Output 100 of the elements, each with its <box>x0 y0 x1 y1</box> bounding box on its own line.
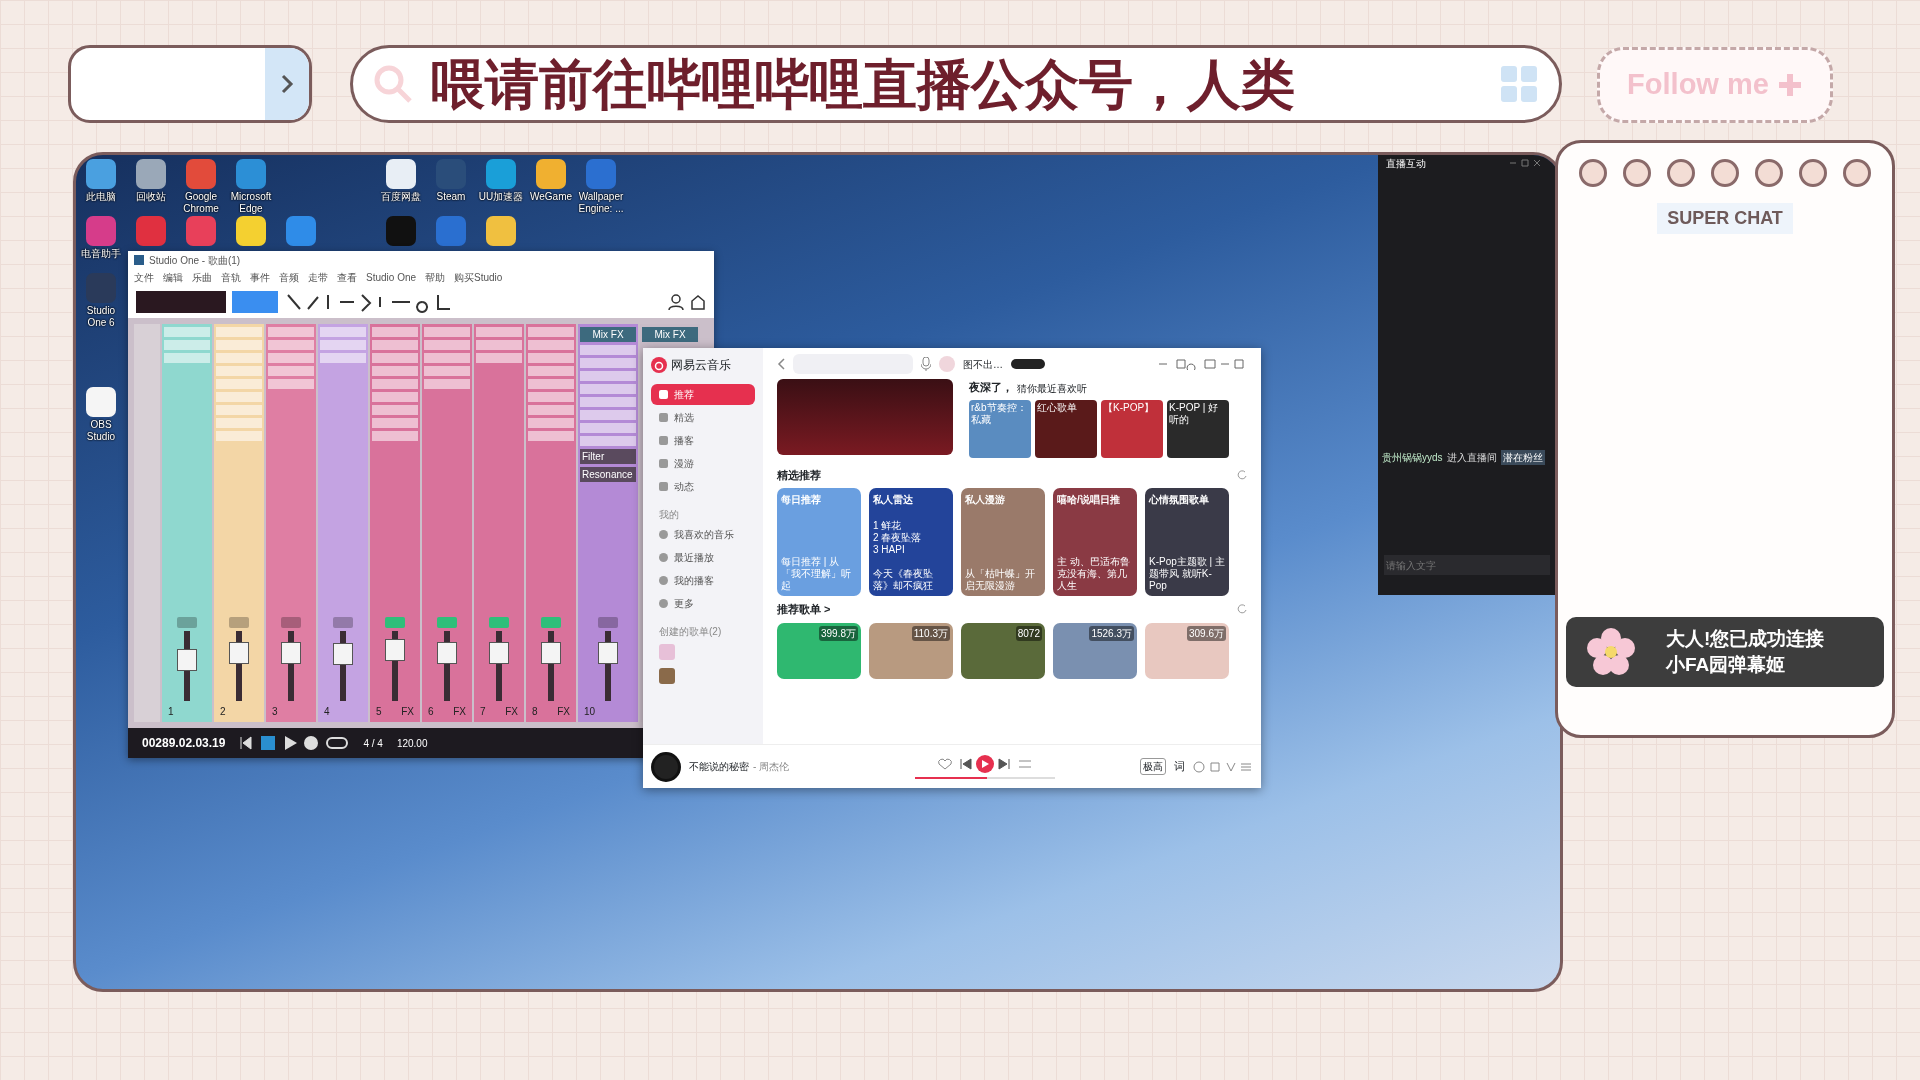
plugin-slot[interactable] <box>528 353 574 363</box>
plugin-slot[interactable] <box>528 418 574 428</box>
plugin-slot[interactable] <box>164 353 210 363</box>
plugin-slot[interactable] <box>372 405 418 415</box>
plugin-slot[interactable] <box>268 379 314 389</box>
nav-item[interactable]: 动态 <box>651 476 755 497</box>
plugin-slot[interactable] <box>424 353 470 363</box>
section-title[interactable]: 推荐歌单 > <box>777 601 831 618</box>
menu-item[interactable]: 音轨 <box>221 270 241 285</box>
chat-input[interactable]: 请输入文字 <box>1384 555 1550 575</box>
playlist-cover[interactable]: 110.3万 <box>869 622 953 679</box>
plugin-slot[interactable] <box>372 327 418 337</box>
monitor-toggle[interactable] <box>333 617 353 628</box>
user-name[interactable]: 图不出… <box>963 356 1003 372</box>
app-icon[interactable] <box>86 387 116 417</box>
app-icon[interactable] <box>236 216 266 246</box>
plugin-slot[interactable] <box>372 418 418 428</box>
refresh-icon[interactable] <box>1237 469 1247 480</box>
icon-label[interactable]: 此电脑 <box>86 191 116 203</box>
icon-label[interactable]: Microsoft Edge <box>226 191 276 214</box>
recommendation-card[interactable]: 私人雷达 1 鲜花 2 春夜坠落 3 HAPI 今天《春夜坠落》却不疯狂 <box>869 488 953 596</box>
icon-label[interactable]: Steam <box>436 191 466 203</box>
icon-label[interactable]: OBS Studio <box>76 419 126 442</box>
nav-item[interactable]: 精选 <box>651 407 755 428</box>
nav-item[interactable]: 我的播客 <box>651 570 755 591</box>
icon-label[interactable]: Google Chrome <box>176 191 226 214</box>
mini-playlist-card[interactable]: K-POP | 好听的 <box>1167 399 1229 458</box>
recommendation-card[interactable]: 心情氛围歌单 K-Pop主题歌 | 主题带风 就听K-Pop <box>1145 488 1229 596</box>
app-icon[interactable] <box>486 216 516 246</box>
plugin-slot[interactable] <box>372 431 418 441</box>
plugin-slot[interactable] <box>580 345 636 355</box>
icon-label[interactable]: 百度网盘 <box>381 191 421 203</box>
fader-handle[interactable] <box>177 649 197 672</box>
playlist-cover[interactable]: 8072 <box>961 622 1045 679</box>
fader-handle[interactable] <box>437 641 457 664</box>
icon-label[interactable]: 电音助手 <box>81 248 121 260</box>
menu-item[interactable]: Studio One <box>366 270 417 285</box>
fader-handle[interactable] <box>281 641 301 664</box>
plugin-slot[interactable] <box>580 410 636 420</box>
plugin-slot[interactable] <box>528 327 574 337</box>
nav-item[interactable]: 我喜欢的音乐 <box>651 524 755 545</box>
parameter-slot[interactable]: Resonance <box>580 467 636 482</box>
monitor-toggle[interactable] <box>437 617 457 628</box>
plugin-slot[interactable] <box>528 392 574 402</box>
plugin-slot[interactable] <box>580 397 636 407</box>
app-icon[interactable] <box>136 159 166 189</box>
playlist-cover[interactable]: 309.6万 <box>1145 622 1229 679</box>
plugin-slot[interactable] <box>580 384 636 394</box>
plugin-slot[interactable] <box>268 327 314 337</box>
plugin-slot[interactable] <box>164 327 210 337</box>
plugin-slot[interactable] <box>528 379 574 389</box>
plugin-slot[interactable] <box>320 327 366 337</box>
fader-handle[interactable] <box>229 641 249 664</box>
plugin-slot[interactable] <box>580 358 636 368</box>
playlist-cover[interactable]: 1526.3万 <box>1053 622 1137 679</box>
app-icon[interactable] <box>536 159 566 189</box>
app-icon[interactable] <box>86 159 116 189</box>
icon-label[interactable]: WeGame <box>529 191 573 203</box>
plugin-slot[interactable] <box>476 340 522 350</box>
playlist-cover[interactable] <box>659 644 675 660</box>
plugin-slot[interactable] <box>372 392 418 402</box>
plugin-slot[interactable] <box>216 379 262 389</box>
plugin-slot[interactable] <box>216 353 262 363</box>
menu-item[interactable]: 购买Studio <box>454 270 503 285</box>
plugin-slot[interactable] <box>320 353 366 363</box>
plugin-slot[interactable] <box>216 327 262 337</box>
banner-image[interactable] <box>777 379 953 455</box>
plugin-slot[interactable] <box>216 418 262 428</box>
song-selector[interactable] <box>136 291 226 313</box>
icon-label[interactable]: UU加速器 <box>478 191 524 203</box>
plugin-slot[interactable] <box>528 340 574 350</box>
plugin-slot[interactable] <box>372 353 418 363</box>
plugin-slot[interactable] <box>216 431 262 441</box>
nav-item[interactable]: 漫游 <box>651 453 755 474</box>
album-disc[interactable] <box>651 751 681 782</box>
app-icon[interactable] <box>386 159 416 189</box>
menu-item[interactable]: 编辑 <box>163 270 183 285</box>
playlist-cover[interactable]: 399.8万 <box>777 622 861 679</box>
mini-playlist-card[interactable]: 【K-POP】 <box>1101 399 1163 458</box>
home-icon[interactable] <box>690 294 706 310</box>
plugin-slot[interactable] <box>424 340 470 350</box>
nav-item[interactable]: 推荐 <box>651 384 755 405</box>
playlist-cover[interactable] <box>659 668 675 684</box>
plugin-slot[interactable] <box>216 366 262 376</box>
monitor-toggle[interactable] <box>281 617 301 628</box>
nav-item[interactable]: 播客 <box>651 430 755 451</box>
plugin-slot[interactable] <box>528 405 574 415</box>
vip-badge[interactable] <box>1011 359 1045 369</box>
plugin-slot[interactable] <box>372 340 418 350</box>
plugin-slot[interactable] <box>268 366 314 376</box>
plugin-slot[interactable] <box>424 379 470 389</box>
menu-item[interactable]: 帮助 <box>425 270 446 285</box>
mini-playlist-card[interactable]: 红心歌单 <box>1035 399 1097 458</box>
progress-track[interactable] <box>914 776 1055 779</box>
plugin-slot[interactable] <box>268 340 314 350</box>
monitor-toggle[interactable] <box>598 617 618 628</box>
window-controls-drawing[interactable] <box>1157 358 1247 370</box>
plugin-slot[interactable] <box>580 371 636 381</box>
lyrics-toggle[interactable]: 词 <box>1174 758 1185 775</box>
plugin-slot[interactable] <box>216 340 262 350</box>
